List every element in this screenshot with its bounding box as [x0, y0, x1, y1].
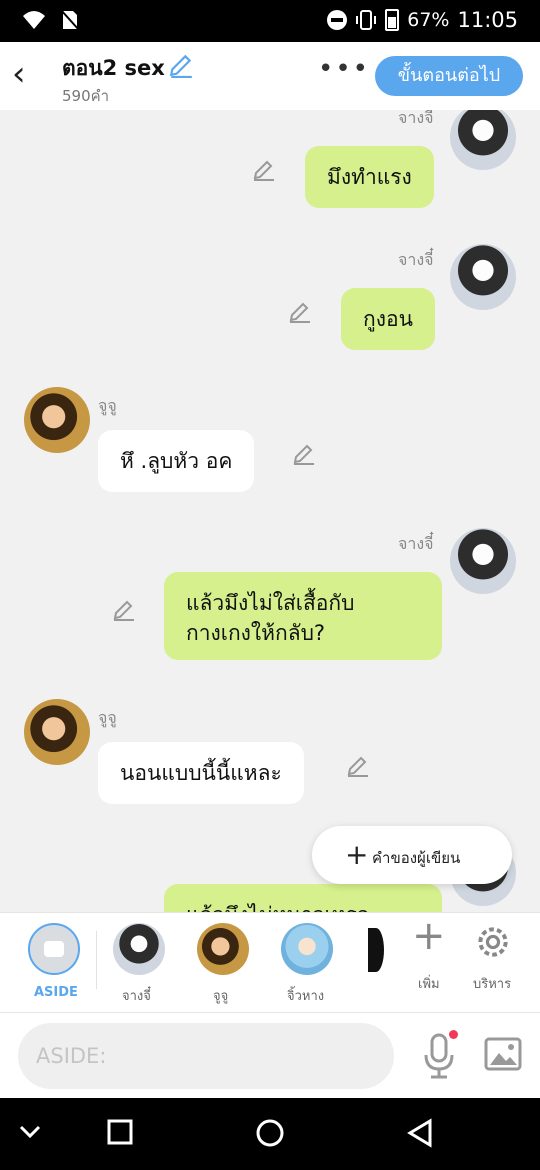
message-bubble[interactable]: แล้วมึงไม่ใส่เสื้อกับ กางเกงให้กลับ?: [164, 572, 442, 660]
home-icon[interactable]: [255, 1118, 285, 1148]
do-not-disturb-icon: [327, 10, 348, 30]
vibrate-icon: [356, 10, 377, 30]
add-label: เพิ่ม: [418, 977, 440, 992]
recent-apps-icon[interactable]: [106, 1118, 134, 1146]
add-plus-icon[interactable]: +: [412, 913, 446, 959]
more-dots-icon[interactable]: •••: [318, 54, 370, 84]
author-note-button[interactable]: + คำของผู้เขียน: [312, 826, 512, 884]
avatar[interactable]: [24, 699, 90, 765]
status-right: 67% 11:05: [327, 8, 518, 32]
edit-pencil-icon[interactable]: [252, 158, 276, 182]
message-bubble[interactable]: แล้วมึงไม่หนาวเหรอ: [164, 884, 442, 912]
manage-label: บริหาร: [473, 977, 512, 992]
speech-bubble-icon: [44, 941, 64, 957]
message-bubble[interactable]: มึงทำแรง: [305, 146, 434, 208]
character-avatar[interactable]: [197, 923, 249, 975]
back-chevron-icon[interactable]: ‹: [12, 57, 26, 91]
character-name: จางจี๋: [122, 989, 151, 1004]
character-name: จูจู: [213, 989, 229, 1004]
character-avatar-partial[interactable]: [368, 928, 384, 972]
author-note-label: คำของผู้เขียน: [372, 849, 461, 867]
wifi-icon: [23, 11, 45, 29]
character-avatar[interactable]: [281, 923, 333, 975]
edit-pencil-icon[interactable]: [112, 598, 136, 622]
sender-name: จูจู: [98, 708, 117, 727]
chat-area[interactable]: จางจี มึงทำแรง จางจี๋ กูงอน จูจู หึ .ลูบ…: [0, 110, 540, 912]
message-line: แล้วมึงไม่ใส่เสื้อกับ: [186, 591, 355, 615]
avatar[interactable]: [450, 244, 516, 310]
sender-name: จางจี๋: [398, 534, 434, 553]
status-bar: 67% 11:05: [0, 0, 540, 42]
no-sim-icon: [60, 9, 80, 31]
avatar[interactable]: [450, 528, 516, 594]
battery-percent: 67%: [407, 9, 450, 31]
nav-down-icon[interactable]: [18, 1124, 42, 1140]
divider: [96, 931, 97, 989]
sender-name: จูจู: [98, 396, 117, 415]
header: ‹ ตอน2 sex 590คำ ••• ขั้นตอนต่อไป: [0, 42, 540, 110]
message-bubble[interactable]: นอนแบบนี้นี้แหละ: [98, 742, 304, 804]
sender-name: จางจี๋: [398, 250, 434, 269]
edit-pencil-icon[interactable]: [346, 754, 370, 778]
system-nav-bar: [0, 1098, 540, 1170]
battery-icon: [385, 9, 400, 31]
message-bubble[interactable]: กูงอน: [341, 288, 435, 350]
message-line: กางเกงให้กลับ?: [186, 621, 326, 645]
notification-dot: [449, 1030, 458, 1039]
microphone-icon[interactable]: [423, 1033, 455, 1079]
character-bar: ASIDE จางจี๋ จูจู จิ้วหาง + เพิ่ม บริหาร: [0, 912, 540, 1012]
character-name: จิ้วหาง: [287, 989, 325, 1004]
avatar[interactable]: [450, 110, 516, 170]
edit-pencil-icon[interactable]: [288, 300, 312, 324]
status-left-icons: [22, 9, 80, 31]
aside-input[interactable]: [18, 1023, 394, 1089]
image-icon[interactable]: [484, 1037, 522, 1071]
edit-pencil-icon[interactable]: [292, 442, 316, 466]
aside-label: ASIDE: [34, 985, 78, 1000]
edit-title-pencil-icon[interactable]: [168, 52, 194, 78]
avatar[interactable]: [24, 387, 90, 453]
episode-title[interactable]: ตอน2 sex: [62, 52, 165, 85]
aside-button[interactable]: [28, 923, 80, 975]
input-bar: [0, 1012, 540, 1098]
back-triangle-icon[interactable]: [406, 1118, 434, 1148]
clock: 11:05: [457, 8, 518, 32]
character-avatar[interactable]: [113, 923, 165, 975]
next-step-button[interactable]: ขั้นตอนต่อไป: [375, 56, 523, 96]
word-count: 590คำ: [62, 87, 110, 105]
gear-icon[interactable]: [474, 923, 512, 961]
sender-name: จางจี: [398, 110, 434, 127]
plus-icon: +: [345, 838, 369, 871]
message-bubble[interactable]: หึ .ลูบหัว อค: [98, 430, 255, 492]
